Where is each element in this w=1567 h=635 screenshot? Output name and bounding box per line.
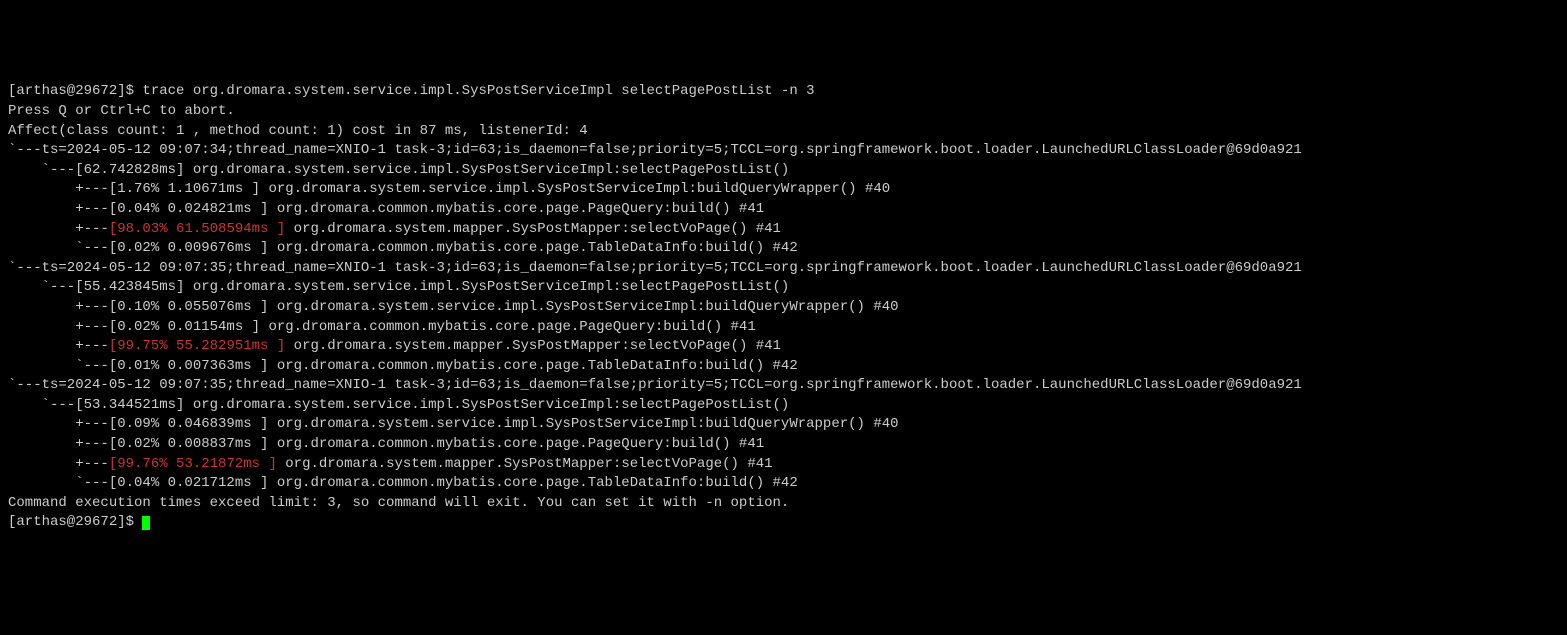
- trace-child: `---[0.01% 0.007363ms ] org.dromara.comm…: [8, 357, 1559, 377]
- trace-child: +---[0.09% 0.046839ms ] org.dromara.syst…: [8, 415, 1559, 435]
- trace-child: +---[0.10% 0.055076ms ] org.dromara.syst…: [8, 298, 1559, 318]
- trace-header: `---ts=2024-05-12 09:07:35;thread_name=X…: [8, 259, 1559, 279]
- trace-child: `---[0.04% 0.021712ms ] org.dromara.comm…: [8, 474, 1559, 494]
- trace-timing-hot: [99.76% 53.21872ms ]: [109, 456, 277, 472]
- trace-child: +---[1.76% 1.10671ms ] org.dromara.syste…: [8, 180, 1559, 200]
- trace-header: `---ts=2024-05-12 09:07:35;thread_name=X…: [8, 376, 1559, 396]
- trace-child: +---[0.02% 0.008837ms ] org.dromara.comm…: [8, 435, 1559, 455]
- abort-hint: Press Q or Ctrl+C to abort.: [8, 102, 1559, 122]
- trace-timing-hot: [99.75% 55.282951ms ]: [109, 338, 285, 354]
- trace-root: `---[53.344521ms] org.dromara.system.ser…: [8, 396, 1559, 416]
- trace-child: +---[0.02% 0.01154ms ] org.dromara.commo…: [8, 318, 1559, 338]
- exit-message: Command execution times exceed limit: 3,…: [8, 494, 1559, 514]
- trace-child: +---[98.03% 61.508594ms ] org.dromara.sy…: [8, 220, 1559, 240]
- trace-child: +---[0.04% 0.024821ms ] org.dromara.comm…: [8, 200, 1559, 220]
- trace-header: `---ts=2024-05-12 09:07:34;thread_name=X…: [8, 141, 1559, 161]
- cursor: [142, 516, 150, 530]
- trace-root: `---[62.742828ms] org.dromara.system.ser…: [8, 161, 1559, 181]
- trace-root: `---[55.423845ms] org.dromara.system.ser…: [8, 278, 1559, 298]
- command-line: [arthas@29672]$ trace org.dromara.system…: [8, 82, 1559, 102]
- trace-timing-hot: [98.03% 61.508594ms ]: [109, 221, 285, 237]
- terminal-output[interactable]: [arthas@29672]$ trace org.dromara.system…: [8, 82, 1559, 533]
- prompt-line[interactable]: [arthas@29672]$: [8, 513, 1559, 533]
- trace-child: +---[99.76% 53.21872ms ] org.dromara.sys…: [8, 455, 1559, 475]
- trace-child: +---[99.75% 55.282951ms ] org.dromara.sy…: [8, 337, 1559, 357]
- affect-line: Affect(class count: 1 , method count: 1)…: [8, 122, 1559, 142]
- trace-child: `---[0.02% 0.009676ms ] org.dromara.comm…: [8, 239, 1559, 259]
